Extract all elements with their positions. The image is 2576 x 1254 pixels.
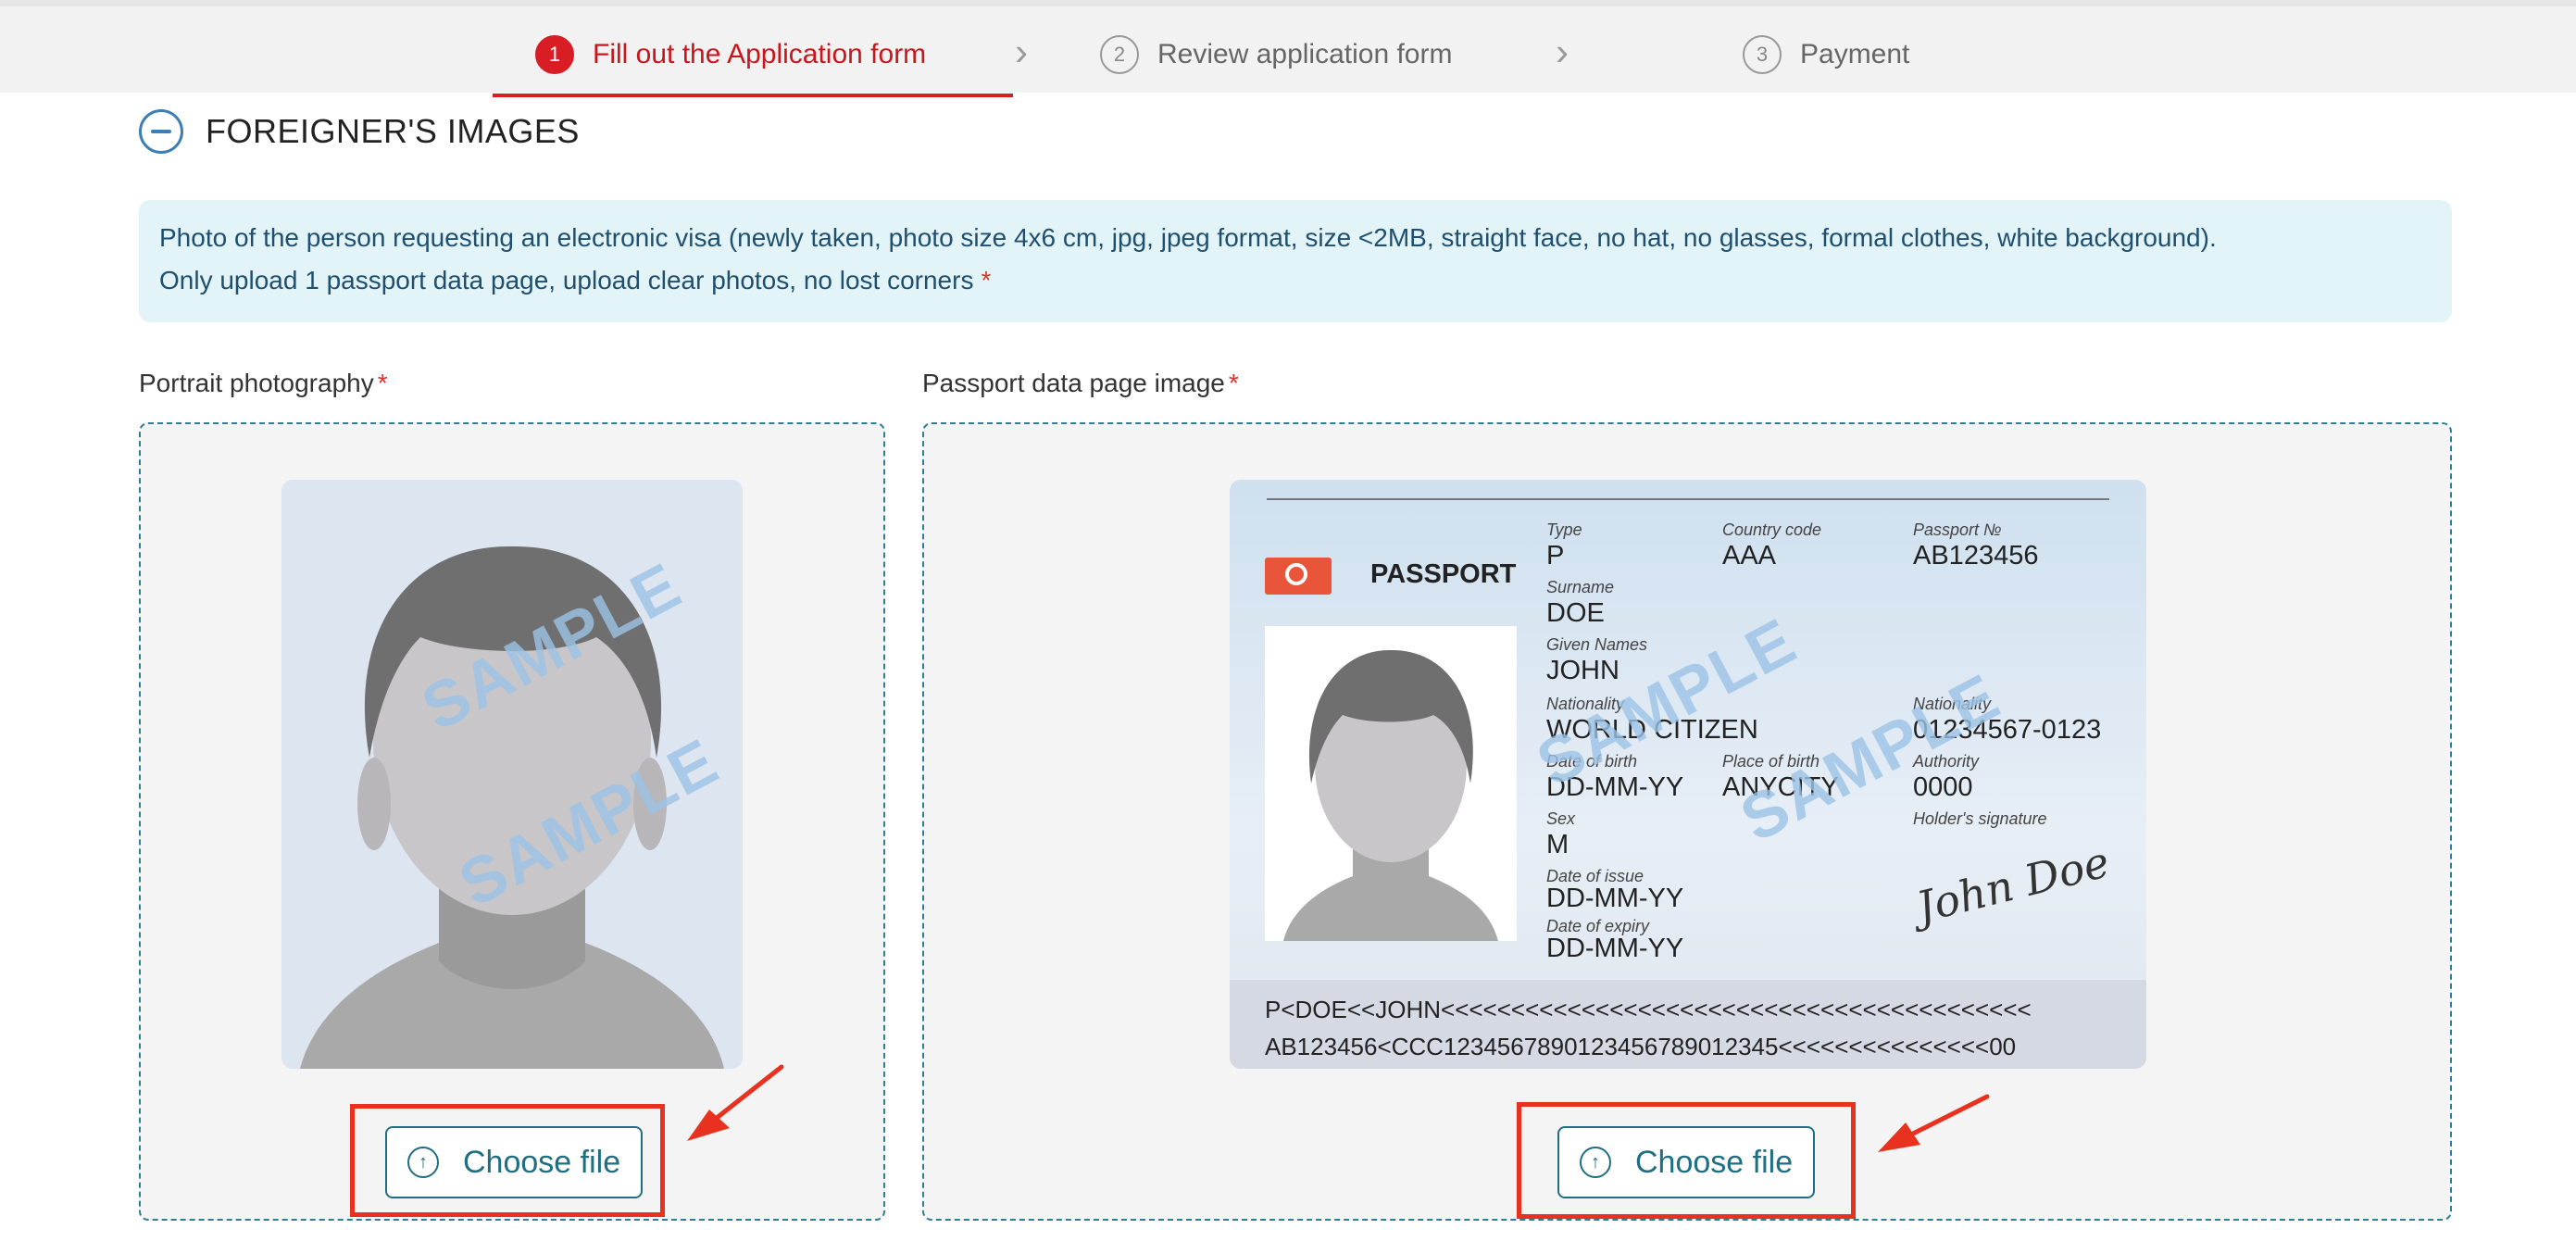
type-label: Type (1546, 520, 1582, 539)
chevron-right-icon: › (1556, 30, 1569, 73)
passport-no-value: AB123456 (1913, 541, 2039, 571)
passport-no-label: Passport № (1913, 520, 2002, 539)
holder-signature-label: Holder's signature (1913, 809, 2047, 828)
passport-sample-image: PASSPORT Type P Country code AAA Passpor… (1230, 480, 2146, 1069)
passport-photo (1265, 626, 1517, 941)
expiry-date-value: DD-MM-YY (1546, 934, 1684, 963)
type-value: P (1546, 541, 1565, 571)
authority-value: 0000 (1913, 772, 1973, 802)
step-fill-application[interactable]: 1 Fill out the Application form (535, 27, 926, 82)
passport-dropzone[interactable]: PASSPORT Type P Country code AAA Passpor… (922, 422, 2452, 1221)
instructions-line-2-wrap: Only upload 1 passport data page, upload… (159, 259, 2432, 302)
annotation-arrow-icon (1878, 1094, 1990, 1152)
given-names-label: Given Names (1546, 635, 1648, 654)
step-number: 2 (1100, 35, 1139, 74)
country-code-label: Country code (1722, 520, 1822, 539)
annotation-highlight-box (350, 1104, 665, 1217)
progress-stepper: 1 Fill out the Application form › 2 Revi… (0, 0, 2576, 97)
mrz-line-1: P<DOE<<JOHN<<<<<<<<<<<<<<<<<<<<<<<<<<<<<… (1265, 996, 2032, 1023)
chevron-right-icon: › (1015, 30, 1028, 73)
passport-label: Passport data page image (922, 369, 1225, 397)
step-label: Fill out the Application form (593, 39, 927, 69)
passport-flag-icon (1265, 558, 1332, 595)
portrait-sample-image: SAMPLE SAMPLE (281, 480, 743, 1069)
holder-signature: John Doe (1911, 836, 2115, 933)
surname-value: DOE (1546, 598, 1605, 628)
step-label: Payment (1800, 39, 1910, 69)
active-step-underline (493, 94, 1013, 97)
step-payment[interactable]: 3 Payment (1743, 27, 1909, 82)
step-label: Review application form (1157, 39, 1453, 69)
annotation-highlight-box (1517, 1102, 1856, 1219)
instructions-line-2: Only upload 1 passport data page, upload… (159, 266, 974, 295)
surname-label: Surname (1546, 578, 1615, 596)
required-asterisk: * (1228, 369, 1239, 397)
annotation-arrow-icon (687, 1064, 784, 1141)
step-number: 3 (1743, 35, 1782, 74)
step-review-application[interactable]: 2 Review application form (1100, 27, 1452, 82)
passport-top-rule (1267, 498, 2109, 500)
issue-date-value: DD-MM-YY (1546, 884, 1684, 913)
section-header: FOREIGNER'S IMAGES (139, 109, 580, 154)
upload-instructions: Photo of the person requesting an electr… (139, 200, 2452, 322)
required-asterisk: * (981, 266, 992, 295)
passport-silhouette (1283, 649, 1498, 941)
passport-label-wrap: Passport data page image * (922, 369, 1239, 398)
given-names-value: JOHN (1546, 656, 1619, 685)
instructions-line-1: Photo of the person requesting an electr… (159, 223, 2217, 252)
mrz-line-2: AB123456<CCC1234567890123456789012345<<<… (1265, 1033, 2017, 1060)
collapse-minus-icon[interactable] (139, 109, 183, 154)
step-number: 1 (535, 35, 574, 74)
required-asterisk: * (377, 369, 388, 397)
country-code-value: AAA (1722, 541, 1777, 571)
sex-label: Sex (1546, 809, 1576, 828)
section-title: FOREIGNER'S IMAGES (206, 112, 580, 150)
passport-mrz: P<DOE<<JOHN<<<<<<<<<<<<<<<<<<<<<<<<<<<<<… (1230, 980, 2146, 1069)
sex-value: M (1546, 830, 1569, 859)
portrait-label: Portrait photography (139, 369, 374, 397)
portrait-label-wrap: Portrait photography * (139, 369, 388, 398)
passport-title: PASSPORT (1370, 559, 1517, 589)
